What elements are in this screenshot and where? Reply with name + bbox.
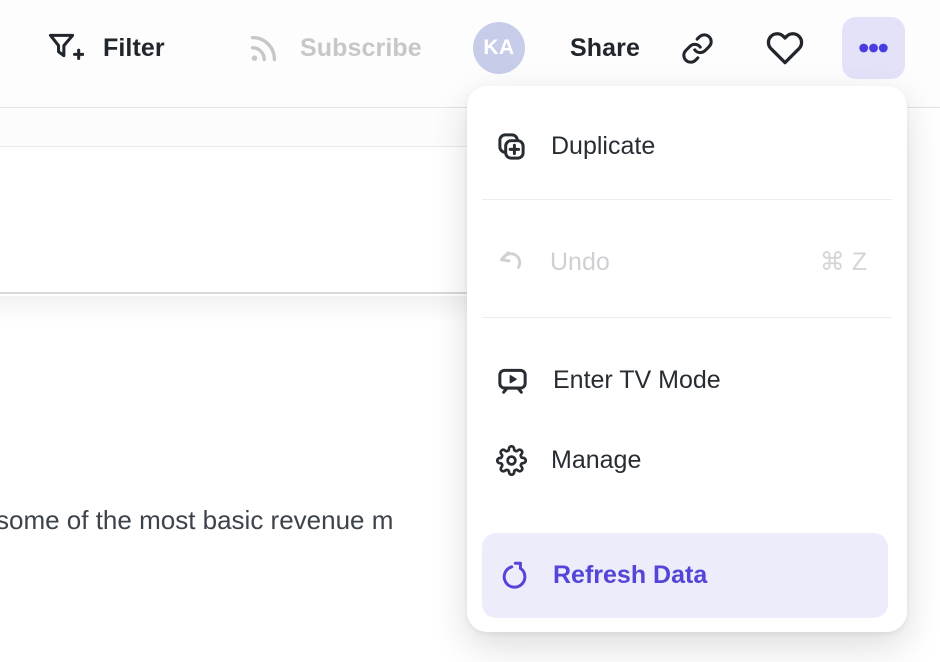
menu-item-label: Enter TV Mode xyxy=(553,366,721,395)
gear-icon xyxy=(496,445,527,476)
page-body-text: some of the most basic revenue m xyxy=(0,505,393,536)
menu-divider xyxy=(482,317,892,318)
undo-icon xyxy=(496,247,526,277)
menu-item-enter-tv-mode[interactable]: Enter TV Mode xyxy=(467,348,907,412)
link-icon xyxy=(681,32,714,65)
heart-icon xyxy=(766,29,804,67)
menu-item-label: Undo xyxy=(550,248,610,277)
keyboard-shortcut: ⌘ Z xyxy=(820,247,867,277)
filter-label: Filter xyxy=(103,34,165,63)
share-label: Share xyxy=(570,34,640,63)
refresh-icon xyxy=(499,560,530,591)
filter-plus-icon xyxy=(46,29,84,67)
more-actions-button[interactable] xyxy=(842,17,905,79)
ellipsis-icon xyxy=(859,43,888,53)
subscribe-button[interactable]: Subscribe xyxy=(246,0,422,96)
menu-item-undo: Undo ⌘ Z xyxy=(467,230,907,294)
menu-item-label: Manage xyxy=(551,446,641,475)
subscribe-label: Subscribe xyxy=(300,34,422,63)
rss-icon xyxy=(246,31,281,66)
share-button[interactable]: Share xyxy=(570,0,640,96)
menu-item-label: Refresh Data xyxy=(553,561,707,590)
filter-button[interactable]: Filter xyxy=(46,0,165,96)
menu-item-manage[interactable]: Manage xyxy=(467,428,907,492)
tv-mode-icon xyxy=(496,364,529,397)
avatar-initials: KA xyxy=(483,36,514,60)
menu-item-duplicate[interactable]: Duplicate xyxy=(467,114,907,178)
favorite-button[interactable] xyxy=(766,0,804,96)
more-actions-menu: Duplicate Undo ⌘ Z Enter TV Mode xyxy=(467,86,907,632)
menu-item-label: Duplicate xyxy=(551,132,655,161)
menu-divider xyxy=(482,199,892,200)
menu-item-refresh-data[interactable]: Refresh Data xyxy=(482,533,888,618)
user-avatar[interactable]: KA xyxy=(473,22,525,74)
duplicate-icon xyxy=(496,131,527,162)
copy-link-button[interactable] xyxy=(681,0,714,96)
